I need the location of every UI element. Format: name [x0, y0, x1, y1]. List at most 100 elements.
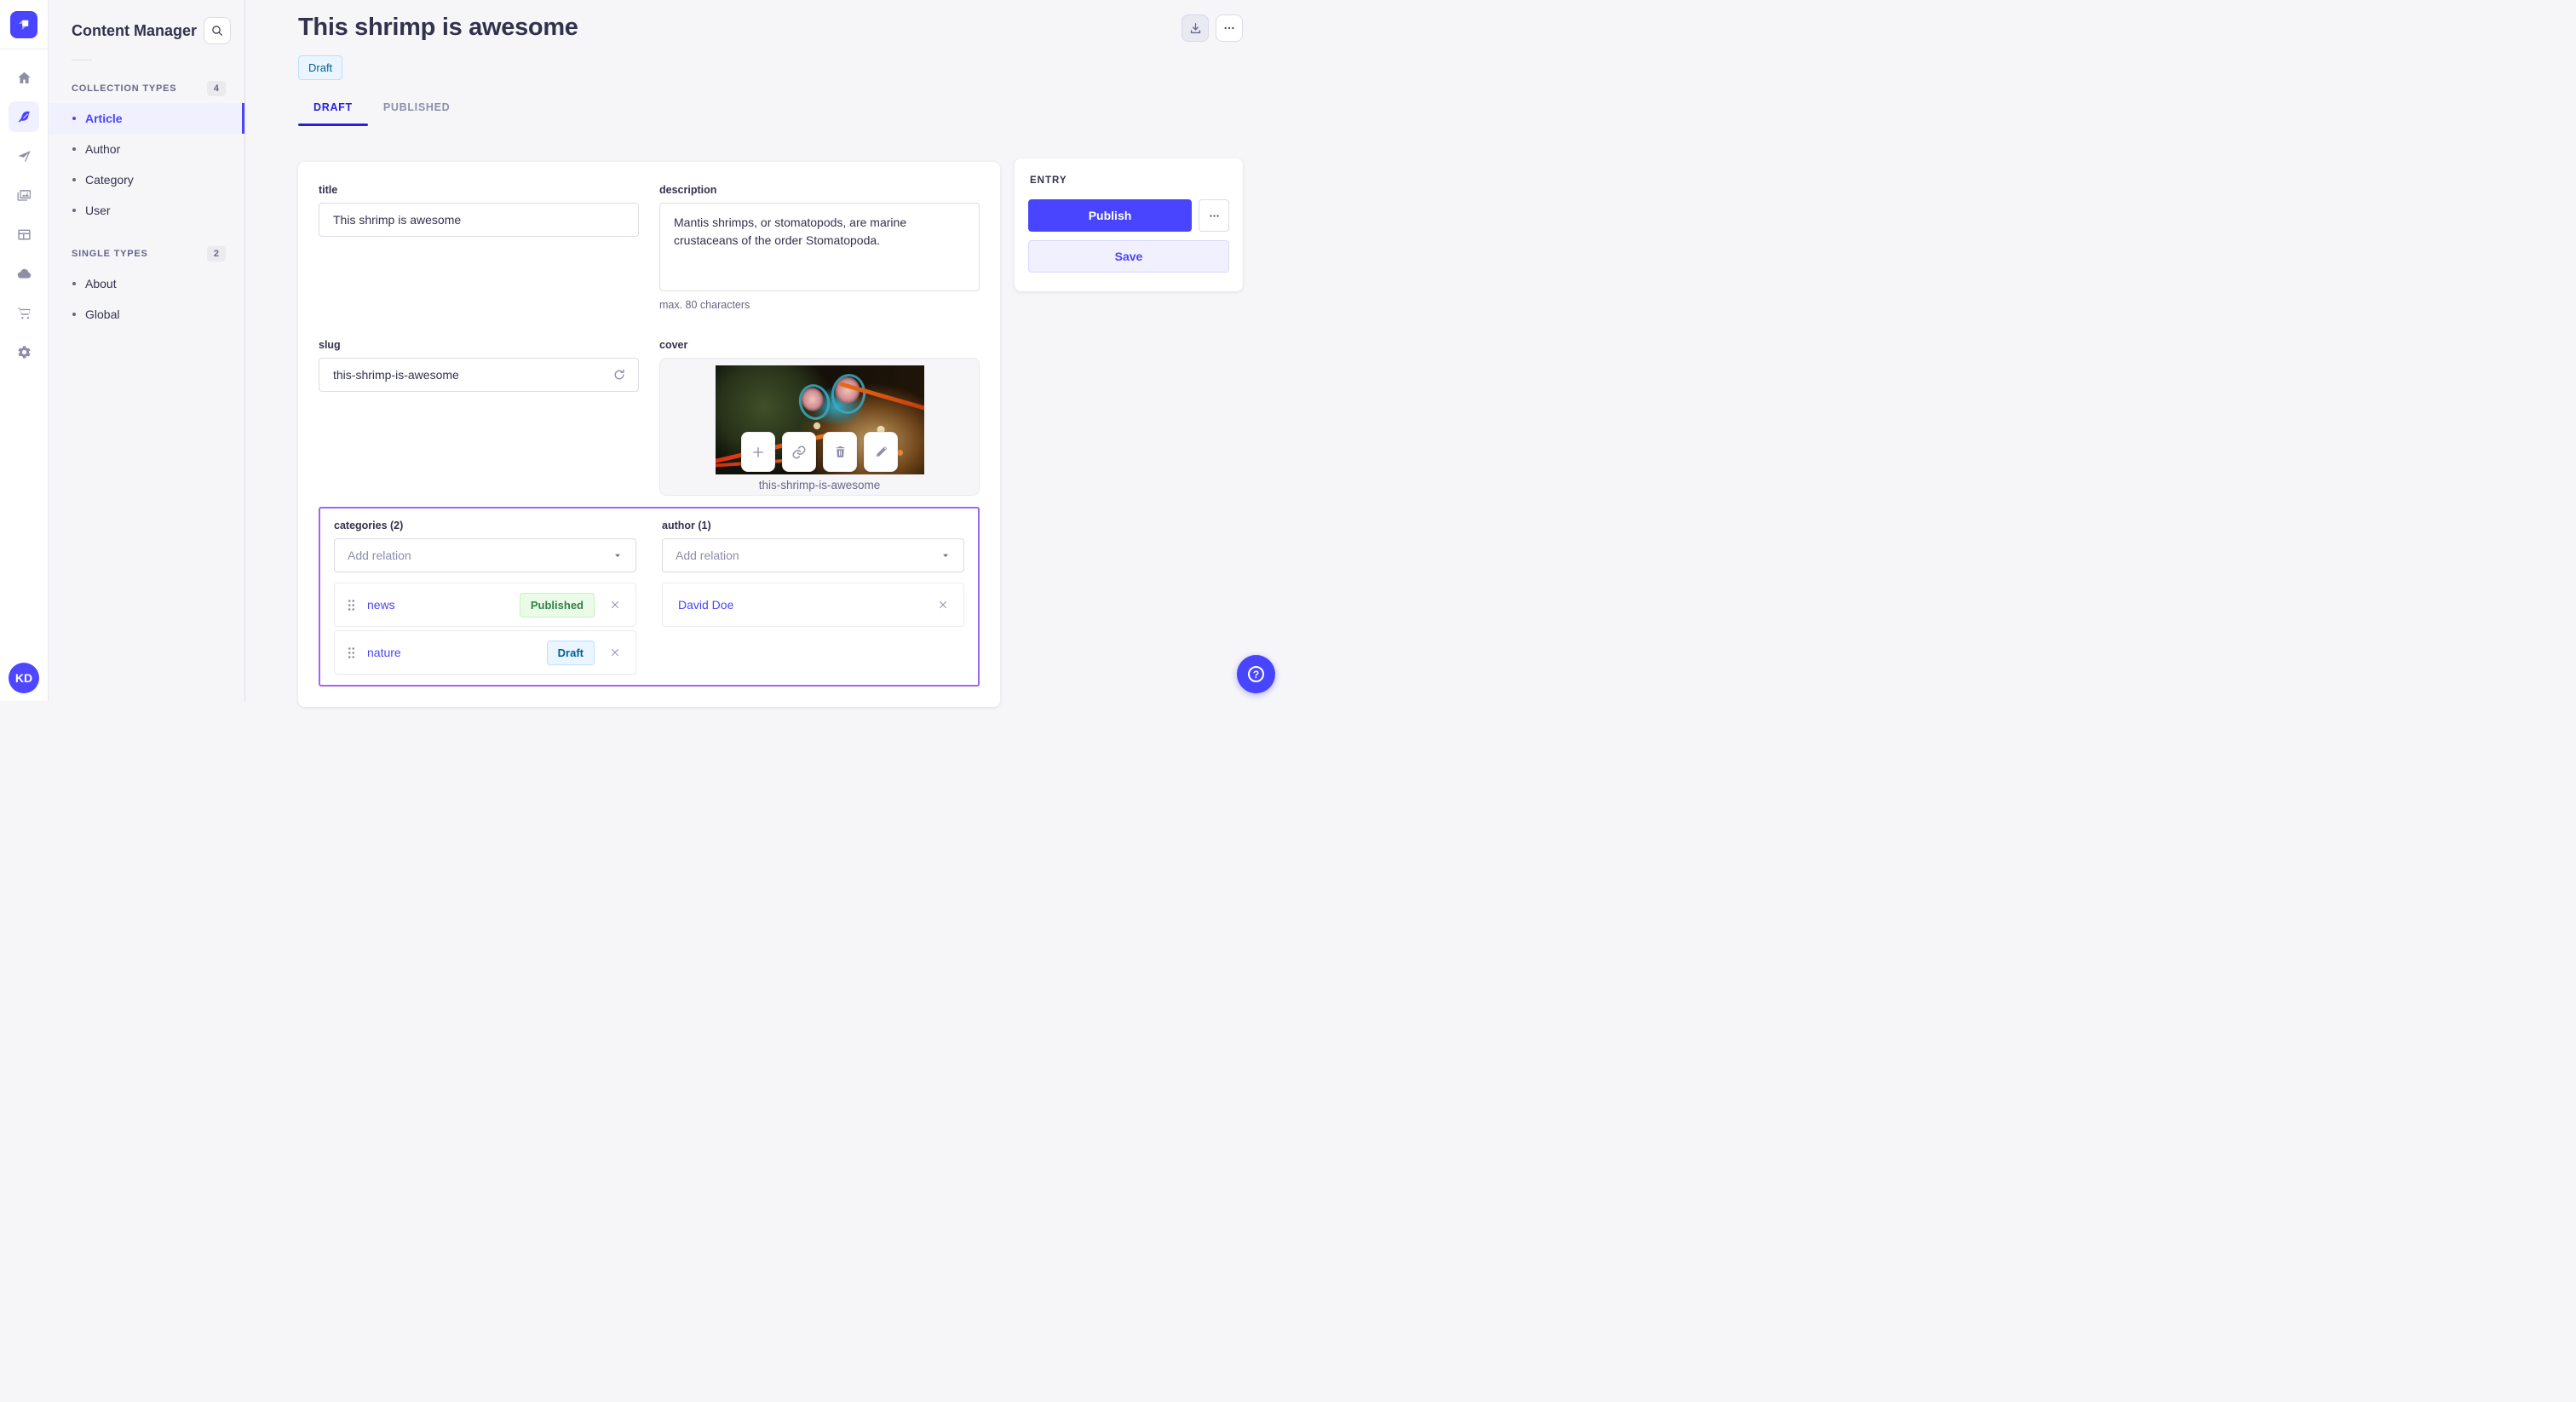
- entry-more-button[interactable]: [1199, 199, 1229, 232]
- edit-form-card: title description Mantis shrimps, or sto…: [298, 162, 1000, 707]
- slug-input[interactable]: [333, 368, 612, 382]
- media-images-icon[interactable]: [9, 180, 39, 210]
- relation-link[interactable]: news: [367, 598, 395, 612]
- copy-link-button[interactable]: [782, 432, 816, 472]
- content-manager-feather-icon[interactable]: [9, 101, 39, 132]
- ellipsis-icon: [1209, 214, 1219, 217]
- bullet-icon: [72, 147, 76, 151]
- cart-icon[interactable]: [9, 297, 39, 328]
- single-types-count-badge: 2: [206, 246, 226, 261]
- relation-item-nature: nature Draft: [334, 630, 636, 675]
- cover-filename: this-shrimp-is-awesome: [758, 479, 881, 491]
- description-textarea[interactable]: Mantis shrimps, or stomatopods, are mari…: [659, 203, 980, 291]
- sidebar-item-label: Category: [85, 173, 134, 187]
- sidebar-item-global[interactable]: Global: [49, 299, 244, 330]
- description-field-label: description: [659, 184, 717, 196]
- bullet-icon: [72, 117, 76, 120]
- plus-icon: [753, 446, 763, 457]
- close-icon: [940, 601, 946, 608]
- cover-panel: this-shrimp-is-awesome: [659, 358, 980, 496]
- cloud-icon[interactable]: [9, 258, 39, 289]
- relation-status-badge: Draft: [546, 640, 595, 665]
- relation-link[interactable]: David Doe: [678, 598, 733, 612]
- question-mark-icon: ?: [1248, 666, 1264, 682]
- strapi-logo-icon: [19, 20, 29, 30]
- add-relation-placeholder: Add relation: [676, 549, 739, 562]
- sidebar-item-author[interactable]: Author: [49, 134, 244, 164]
- cover-field-label: cover: [659, 339, 688, 351]
- tab-draft[interactable]: DRAFT: [298, 101, 368, 126]
- relation-status-badge: Published: [519, 592, 595, 618]
- categories-field-label: categories (2): [334, 520, 404, 531]
- close-icon: [612, 649, 618, 656]
- main-content: This shrimp is awesome Draft DRAFT PUBLI…: [245, 0, 1288, 707]
- title-input[interactable]: [319, 203, 639, 237]
- layout-icon[interactable]: [9, 219, 39, 250]
- gear-icon[interactable]: [9, 336, 39, 367]
- drag-handle-icon[interactable]: [348, 599, 355, 611]
- cover-image: [715, 365, 924, 474]
- entry-panel: ENTRY Publish Save: [1015, 158, 1243, 291]
- remove-relation-button[interactable]: [607, 597, 623, 612]
- author-add-relation-select[interactable]: Add relation: [662, 538, 964, 572]
- bullet-icon: [72, 209, 76, 212]
- status-badge: Draft: [298, 55, 343, 80]
- sidebar-item-label: User: [85, 204, 111, 217]
- trash-icon: [836, 446, 844, 457]
- import-export-button[interactable]: [1182, 14, 1209, 42]
- categories-add-relation-select[interactable]: Add relation: [334, 538, 636, 572]
- link-icon: [792, 445, 806, 458]
- add-relation-placeholder: Add relation: [348, 549, 411, 562]
- title-field-label: title: [319, 184, 338, 196]
- bullet-icon: [72, 282, 76, 285]
- sidebar-item-label: About: [85, 277, 117, 290]
- sidebar-item-article[interactable]: Article: [49, 103, 244, 134]
- icon-rail: KD: [0, 0, 49, 701]
- search-icon: [212, 26, 222, 36]
- paper-plane-icon[interactable]: [9, 141, 39, 171]
- relation-link[interactable]: nature: [367, 646, 401, 659]
- pencil-icon: [876, 446, 887, 457]
- drag-handle-icon[interactable]: [348, 646, 355, 658]
- categories-column: categories (2) Add relation news Publish…: [334, 520, 636, 675]
- add-asset-button[interactable]: [741, 432, 775, 472]
- delete-asset-button[interactable]: [823, 432, 857, 472]
- author-field-label: author (1): [662, 520, 711, 531]
- close-icon: [612, 601, 618, 608]
- rail-nav: [9, 62, 39, 367]
- sidebar-item-user[interactable]: User: [49, 195, 244, 226]
- relation-item-news: news Published: [334, 583, 636, 627]
- home-icon[interactable]: [9, 62, 39, 93]
- content-manager-panel: Content Manager COLLECTION TYPES 4 Artic…: [49, 0, 245, 701]
- relations-section: categories (2) Add relation news Publish…: [319, 507, 980, 687]
- collection-types-header: COLLECTION TYPES 4: [72, 81, 226, 96]
- save-button[interactable]: Save: [1028, 240, 1229, 273]
- remove-relation-button[interactable]: [607, 645, 623, 660]
- remove-relation-button[interactable]: [935, 597, 951, 612]
- user-avatar[interactable]: KD: [9, 663, 39, 693]
- tab-published[interactable]: PUBLISHED: [368, 101, 466, 126]
- help-button[interactable]: ?: [1237, 655, 1275, 693]
- sidebar-item-label: Global: [85, 307, 120, 321]
- bullet-icon: [72, 313, 76, 316]
- sidebar-item-category[interactable]: Category: [49, 164, 244, 195]
- publish-button[interactable]: Publish: [1028, 199, 1192, 232]
- slug-field: [319, 358, 639, 392]
- search-button[interactable]: [204, 17, 231, 44]
- strapi-logo[interactable]: [10, 11, 37, 38]
- single-types-label: SINGLE TYPES: [72, 249, 148, 259]
- more-options-button[interactable]: [1216, 14, 1243, 42]
- collection-types-label: COLLECTION TYPES: [72, 83, 177, 94]
- relation-item-author: David Doe: [662, 583, 964, 627]
- cover-actions: [741, 432, 898, 472]
- edit-asset-button[interactable]: [864, 432, 898, 472]
- regenerate-slug-icon[interactable]: [612, 367, 627, 382]
- version-tabs: DRAFT PUBLISHED: [298, 101, 1243, 126]
- collection-types-count-badge: 4: [206, 81, 226, 96]
- sidebar-item-about[interactable]: About: [49, 268, 244, 299]
- chevron-down-icon: [943, 554, 948, 557]
- bullet-icon: [72, 178, 76, 181]
- single-types-header: SINGLE TYPES 2: [72, 246, 226, 261]
- entry-panel-title: ENTRY: [1030, 175, 1067, 186]
- sidebar-item-label: Article: [85, 112, 123, 125]
